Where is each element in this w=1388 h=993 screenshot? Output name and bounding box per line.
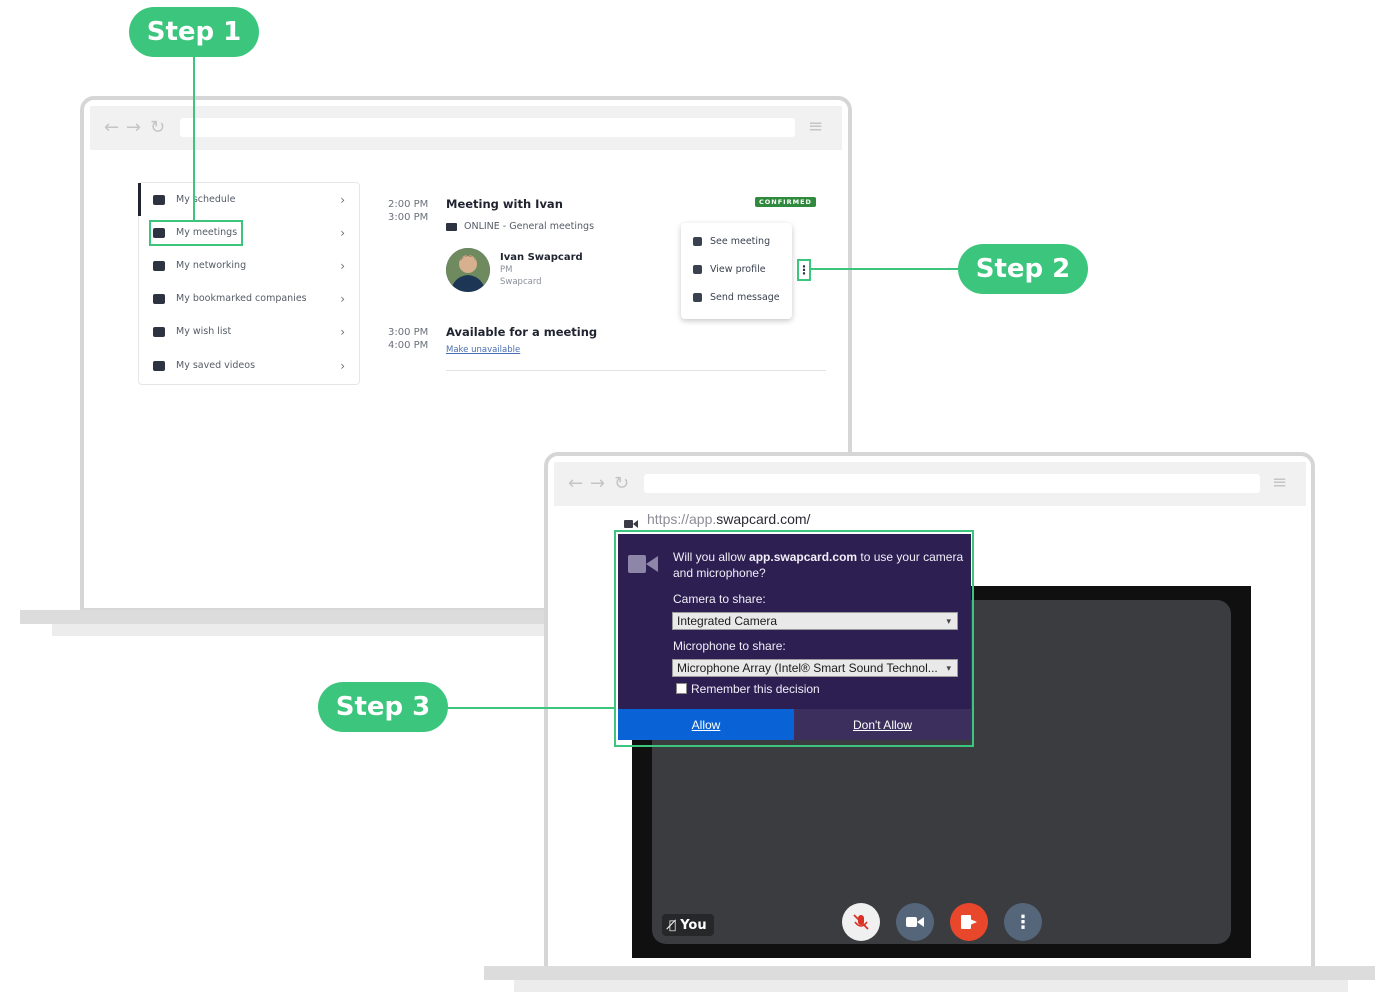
mic-off-icon [853,914,869,930]
status-badge-label: CONFIRMED [759,198,812,206]
chat-icon [693,293,702,302]
step-1-connector [193,57,195,220]
highlight-my-meetings [149,220,243,246]
browser-2-address-bar[interactable] [644,474,1260,493]
leave-call-button[interactable] [950,903,988,941]
camera-button[interactable] [896,903,934,941]
step-1-label: Step 1 [129,7,259,57]
avatar[interactable] [446,248,490,292]
avatar-portrait [446,248,490,292]
chevron-right-icon: › [340,358,345,373]
more-options-button[interactable]: ⋮ [1004,903,1042,941]
sidebar-item-networking[interactable]: My networking › [139,249,357,282]
browser-1-menu-icon[interactable]: ≡ [808,116,823,137]
step-2-label: Step 2 [958,244,1088,294]
meeting-start-time: 2:00 PM [388,199,429,210]
highlight-permission-dialog [614,530,974,747]
screen-icon [446,222,457,231]
option-label: See meeting [710,236,771,247]
meeting-location-text: ONLINE - General meetings [464,221,595,232]
step-3-text: Step 3 [335,692,431,722]
option-label: Send message [710,292,780,303]
sidebar-item-label: My wish list [176,326,232,337]
video-camera-icon [906,917,924,927]
meeting-actions-popover: See meeting View profile Send message [681,223,792,319]
url-prefix: https://app. [647,511,717,527]
camera-glyph [624,520,638,528]
chevron-right-icon: › [340,324,345,339]
sidebar-item-label: My schedule [176,194,236,205]
person-icon [693,265,702,274]
sidebar-item-label: My networking [176,260,247,271]
bookmark-icon [153,293,165,304]
make-unavailable-link[interactable]: Make unavailable [446,345,520,355]
chevron-right-icon: › [340,291,345,306]
slot-end-time: 4:00 PM [388,340,429,351]
sidebar-item-label: My bookmarked companies [176,293,307,304]
calendar-icon [153,194,165,205]
reload-icon[interactable]: ↻ [614,473,629,494]
step-3-label: Step 3 [318,682,448,732]
meeting-end-time: 3:00 PM [388,212,429,223]
mute-button[interactable] [842,903,880,941]
chevron-right-icon: › [340,258,345,273]
option-label: View profile [710,264,766,275]
step-1-text: Step 1 [146,17,242,47]
browser-2-menu-icon[interactable]: ≡ [1272,472,1287,493]
url-camera-icon[interactable] [624,514,638,528]
slot-start-time: 3:00 PM [388,327,429,338]
forward-icon[interactable]: → [590,473,605,494]
person-name[interactable]: Ivan Swapcard [500,252,583,263]
laptop-2-base-bottom [514,980,1348,992]
step-2-text: Step 2 [975,254,1071,284]
you-label-chip: 🎙̸ You [662,914,714,936]
back-icon[interactable]: ← [568,473,583,494]
leave-icon [961,915,977,929]
mic-off-icon: 🎙̸ [669,918,677,932]
sidebar-menu: My schedule › My meetings › My networkin… [138,182,360,385]
slot-title: Available for a meeting [446,325,598,339]
page-url[interactable]: https://app.swapcard.com/ [647,511,810,527]
step-2-connector [811,268,959,270]
meeting-location: ONLINE - General meetings [446,221,594,232]
chevron-right-icon: › [340,192,345,207]
send-message-option[interactable]: Send message [693,292,780,303]
meetings-icon [693,237,702,246]
person-role: PM [500,265,513,275]
step-3-connector [448,707,614,709]
sidebar-item-bookmarked[interactable]: My bookmarked companies › [139,282,357,315]
status-badge: CONFIRMED [755,197,816,207]
laptop-1-base [20,610,560,624]
back-icon[interactable]: ← [104,117,119,138]
person-company: Swapcard [500,277,542,287]
divider [446,370,826,371]
chevron-right-icon: › [340,225,345,240]
you-label: You [680,917,707,933]
sidebar-item-label: My saved videos [176,360,256,371]
sidebar-item-wishlist[interactable]: My wish list › [139,315,357,348]
people-icon [153,260,165,271]
see-meeting-option[interactable]: See meeting [693,236,770,247]
video-icon [153,360,165,371]
browser-1-address-bar[interactable] [180,118,795,137]
reload-icon[interactable]: ↻ [150,117,165,138]
sidebar-item-saved-videos[interactable]: My saved videos › [139,349,357,382]
laptop-1-base-bottom [52,624,560,636]
laptop-2-base [484,966,1375,980]
meeting-title[interactable]: Meeting with Ivan [446,197,563,211]
sidebar-item-schedule[interactable]: My schedule › [139,183,357,216]
url-domain: swapcard.com/ [716,511,811,527]
forward-icon[interactable]: → [126,117,141,138]
more-options-icon[interactable]: ⋮ [797,259,811,281]
wishlist-icon [153,326,165,337]
view-profile-option[interactable]: View profile [693,264,766,275]
